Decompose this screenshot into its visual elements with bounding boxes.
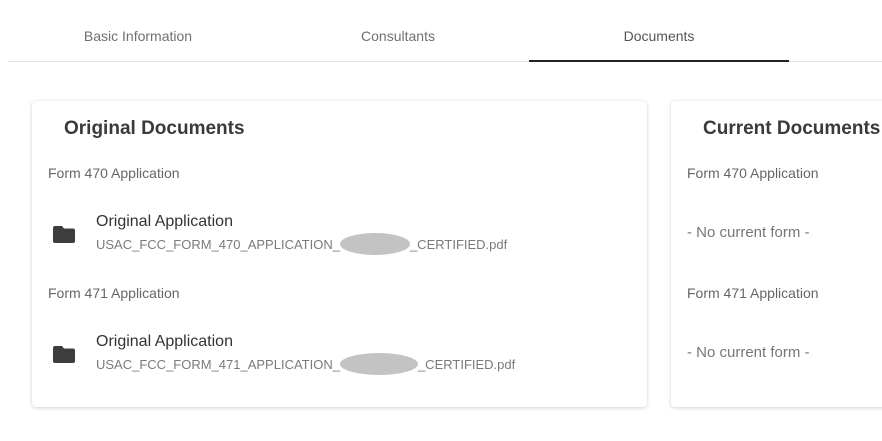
no-current-form-text: - No current form - xyxy=(687,224,810,241)
tab-basic-information[interactable]: Basic Information xyxy=(8,10,268,61)
section-label-form-471: Form 471 Application xyxy=(687,285,819,301)
tab-label: Consultants xyxy=(361,27,435,44)
document-title: Original Application xyxy=(96,213,233,230)
folder-icon xyxy=(53,346,75,363)
section-label-form-471: Form 471 Application xyxy=(48,285,180,301)
section-label-form-470: Form 470 Application xyxy=(687,165,819,181)
tab-label: Basic Information xyxy=(83,27,193,44)
filename-suffix: _CERTIFIED.pdf xyxy=(409,236,508,252)
tab-consultants[interactable]: Consultants xyxy=(268,10,528,61)
no-current-form-text: - No current form - xyxy=(687,344,810,361)
document-row-form-470[interactable]: Original Application USAC_FCC_FORM_470_A… xyxy=(53,213,613,255)
filename-suffix: _CERTIFIED.pdf xyxy=(417,356,516,372)
card-title: Current Documents xyxy=(703,118,881,139)
tab-bar: Basic Information Consultants Documents xyxy=(8,10,882,62)
document-filename[interactable]: USAC_FCC_FORM_470_APPLICATION_ _CERTIFIE… xyxy=(96,233,507,255)
original-documents-card: Original Documents Form 470 Application … xyxy=(32,101,647,407)
card-title: Original Documents xyxy=(64,118,245,139)
document-title: Original Application xyxy=(96,333,233,350)
redacted-id xyxy=(339,353,418,375)
document-row-form-471[interactable]: Original Application USAC_FCC_FORM_471_A… xyxy=(53,333,613,375)
current-documents-card: Current Documents Form 470 Application -… xyxy=(671,101,882,407)
tab-label: Documents xyxy=(623,27,695,44)
section-label-form-470: Form 470 Application xyxy=(48,165,180,181)
filename-prefix: USAC_FCC_FORM_471_APPLICATION_ xyxy=(96,356,340,372)
tab-documents[interactable]: Documents xyxy=(529,10,789,62)
document-filename[interactable]: USAC_FCC_FORM_471_APPLICATION_ _CERTIFIE… xyxy=(96,353,515,375)
redacted-id xyxy=(339,233,410,255)
filename-prefix: USAC_FCC_FORM_470_APPLICATION_ xyxy=(96,236,340,252)
folder-icon xyxy=(53,226,75,243)
